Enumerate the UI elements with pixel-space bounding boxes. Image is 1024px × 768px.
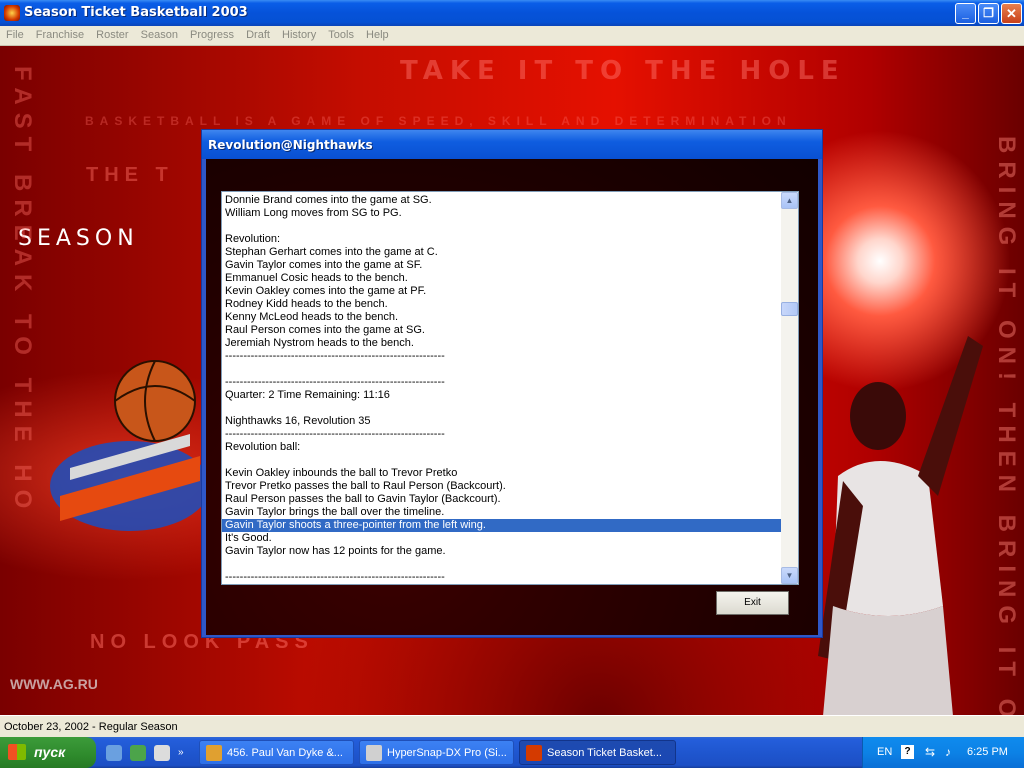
scroll-up-arrow-icon[interactable]: ▲ — [781, 192, 798, 209]
slogan-sub: BASKETBALL IS A GAME OF SPEED, SKILL AND… — [85, 114, 792, 128]
slogan-the: THE T — [86, 164, 174, 186]
slogan-top: TAKE IT TO THE HOLE — [400, 56, 846, 86]
task-winamp[interactable]: 456. Paul Van Dyke &... — [199, 740, 354, 765]
basketball-player-image — [818, 336, 983, 715]
menu-franchise[interactable]: Franchise — [36, 26, 84, 44]
log-line[interactable] — [222, 402, 781, 415]
winamp-icon — [206, 745, 222, 761]
task-hypersnap[interactable]: HyperSnap-DX Pro (Si... — [359, 740, 514, 765]
play-by-play-log[interactable]: Donnie Brand comes into the game at SG. W… — [221, 191, 799, 585]
task-label: HyperSnap-DX Pro (Si... — [387, 747, 507, 759]
log-scrollbar[interactable]: ▲ ▼ — [781, 192, 798, 584]
log-line[interactable]: Raul Person comes into the game at SG. — [222, 324, 781, 337]
menu-history[interactable]: History — [282, 26, 316, 44]
log-line[interactable] — [222, 363, 781, 376]
play-by-play-dialog: Revolution@Nighthawks Donnie Brand comes… — [201, 129, 823, 638]
dialog-title-bar[interactable]: Revolution@Nighthawks — [202, 130, 822, 159]
watermark-text: WWW.AG.RU — [10, 676, 98, 692]
quicklaunch-expand-icon[interactable]: » — [178, 747, 188, 763]
start-label: пуск — [34, 744, 66, 760]
log-line[interactable]: Kenny McLeod heads to the bench. — [222, 311, 781, 324]
log-line[interactable]: ----------------------------------------… — [222, 376, 781, 389]
log-line[interactable]: Gavin Taylor brings the ball over the ti… — [222, 506, 781, 519]
quicklaunch-browser-icon[interactable] — [106, 745, 122, 761]
log-line[interactable]: ----------------------------------------… — [222, 428, 781, 441]
language-indicator[interactable]: EN — [877, 746, 892, 758]
window-title: Season Ticket Basketball 2003 — [24, 5, 248, 20]
right-vertical-slogan: BRING IT ON! THEN BRING IT ON! — [993, 136, 1020, 715]
log-line[interactable]: Rodney Kidd heads to the bench. — [222, 298, 781, 311]
log-line[interactable]: Gavin Taylor now has 12 points for the g… — [222, 545, 781, 558]
minimize-button[interactable]: _ — [955, 3, 976, 24]
menu-progress[interactable]: Progress — [190, 26, 234, 44]
log-line[interactable]: Raul Person passes the ball to Gavin Tay… — [222, 493, 781, 506]
windows-flag-icon — [8, 744, 26, 760]
menu-draft[interactable]: Draft — [246, 26, 270, 44]
basketball-app-icon[interactable] — [4, 5, 20, 21]
system-tray: EN ? ⇆ ♪ 6:25 PM — [862, 737, 1024, 768]
log-line[interactable]: Kevin Oakley comes into the game at PF. — [222, 285, 781, 298]
dialog-body: Donnie Brand comes into the game at SG. W… — [206, 159, 818, 635]
season-text: SEASON — [18, 226, 139, 251]
volume-icon[interactable]: ♪ — [941, 746, 955, 759]
window-title-bar[interactable]: Season Ticket Basketball 2003 _ ❐ ✕ — [0, 0, 1024, 26]
taskbar: пуск » 456. Paul Van Dyke &... HyperSnap… — [0, 737, 1024, 768]
log-line[interactable]: Revolution: — [222, 233, 781, 246]
log-line[interactable]: Trevor Pretko passes the ball to Raul Pe… — [222, 480, 781, 493]
log-line[interactable]: Nighthawks 16, Revolution 35 — [222, 415, 781, 428]
log-line[interactable] — [222, 220, 781, 233]
log-line[interactable]: Kevin Oakley inbounds the ball to Trevor… — [222, 467, 781, 480]
log-line[interactable]: William Long moves from SG to PG. — [222, 207, 781, 220]
log-line[interactable]: It's Good. — [222, 532, 781, 545]
log-line[interactable]: Emmanuel Cosic heads to the bench. — [222, 272, 781, 285]
log-line[interactable]: ----------------------------------------… — [222, 571, 781, 584]
maximize-button[interactable]: ❐ — [978, 3, 999, 24]
start-button[interactable]: пуск — [0, 737, 96, 768]
task-label: Season Ticket Basket... — [547, 747, 662, 759]
log-line[interactable]: ----------------------------------------… — [222, 350, 781, 363]
scrollbar-thumb[interactable] — [781, 302, 798, 316]
clock: 6:25 PM — [967, 746, 1008, 758]
status-bar: October 23, 2002 - Regular Season — [0, 715, 1024, 737]
dialog-title: Revolution@Nighthawks — [208, 138, 373, 152]
task-label: 456. Paul Van Dyke &... — [227, 747, 343, 759]
log-line[interactable]: Revolution ball: — [222, 441, 781, 454]
log-line[interactable]: Stephan Gerhart comes into the game at C… — [222, 246, 781, 259]
menu-season[interactable]: Season — [141, 26, 178, 44]
log-line[interactable]: Quarter: 2 Time Remaining: 11:16 — [222, 389, 781, 402]
task-season-ticket[interactable]: Season Ticket Basket... — [519, 740, 676, 765]
quicklaunch-settings-icon[interactable] — [130, 745, 146, 761]
log-line[interactable]: Gavin Taylor comes into the game at SF. — [222, 259, 781, 272]
hypersnap-icon — [366, 745, 382, 761]
log-lines: Donnie Brand comes into the game at SG. W… — [222, 194, 781, 584]
help-icon[interactable]: ? — [901, 745, 914, 759]
log-line[interactable]: Donnie Brand comes into the game at SG. — [222, 194, 781, 207]
left-vertical-slogan: FAST BREAK TO THE HO — [9, 66, 36, 517]
menu-tools[interactable]: Tools — [328, 26, 354, 44]
exit-button[interactable]: Exit — [716, 591, 789, 615]
log-line[interactable]: Gavin Taylor shoots a three-pointer from… — [222, 519, 781, 532]
basketball-app-icon — [526, 745, 542, 761]
scroll-down-arrow-icon[interactable]: ▼ — [781, 567, 798, 584]
menu-roster[interactable]: Roster — [96, 26, 128, 44]
menu-help[interactable]: Help — [366, 26, 389, 44]
network-icon[interactable]: ⇆ — [923, 746, 937, 759]
menu-bar: File Franchise Roster Season Progress Dr… — [0, 26, 1024, 46]
log-line[interactable] — [222, 558, 781, 571]
menu-file[interactable]: File — [6, 26, 24, 44]
log-line[interactable] — [222, 454, 781, 467]
close-button[interactable]: ✕ — [1001, 3, 1022, 24]
season-ticket-basketball-logo — [50, 360, 210, 531]
log-line[interactable]: Jeremiah Nystrom heads to the bench. — [222, 337, 781, 350]
status-date: October 23, 2002 - Regular Season — [4, 721, 178, 733]
quicklaunch-desktop-icon[interactable] — [154, 745, 170, 761]
